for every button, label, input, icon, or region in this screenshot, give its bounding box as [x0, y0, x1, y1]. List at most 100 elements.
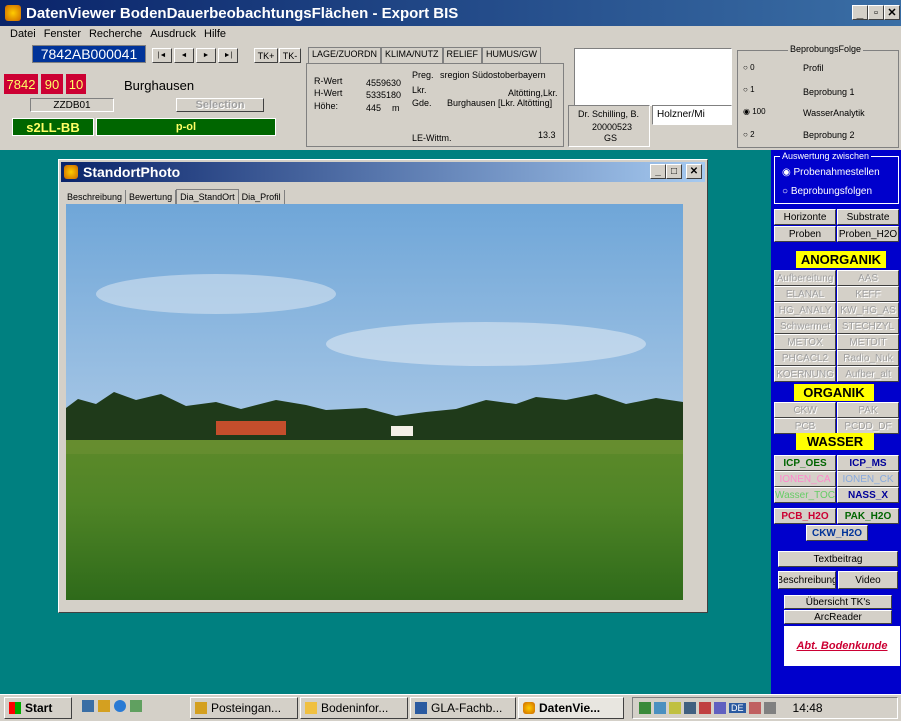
outlook-icon[interactable]: [98, 700, 110, 712]
notes-box[interactable]: [574, 48, 732, 106]
restore-button[interactable]: ▫: [868, 5, 884, 20]
anorganik-hg-analy-button[interactable]: HG_ANALY: [774, 302, 836, 318]
tray-icon-6[interactable]: [714, 702, 726, 714]
icp-ms-button[interactable]: ICP_MS: [837, 455, 899, 471]
menu-hilfe[interactable]: Hilfe: [204, 28, 226, 40]
radio-100[interactable]: ◉ 100: [743, 107, 766, 116]
pcb-h2o-button[interactable]: PCB_H2O: [774, 508, 836, 524]
close-button[interactable]: ✕: [884, 5, 900, 20]
tray-icon-5[interactable]: [699, 702, 711, 714]
nav-next-button[interactable]: ►: [196, 48, 216, 63]
nav-first-button[interactable]: |◄: [152, 48, 172, 63]
tab-humus[interactable]: HUMUS/GW: [482, 47, 542, 63]
anorganik-kw-hg-as-button[interactable]: KW_HG_AS: [837, 302, 899, 318]
volume-icon[interactable]: [763, 702, 776, 714]
photo-maximize-button[interactable]: □: [666, 164, 682, 179]
beschreibung-button[interactable]: Beschreibung: [778, 571, 836, 589]
radio-1[interactable]: ○ 1: [743, 85, 755, 94]
tab-relief[interactable]: RELIEF: [442, 47, 483, 63]
quick-launch: [82, 700, 150, 716]
nav-last-button[interactable]: ►|: [218, 48, 238, 63]
anorganik-elanal-button[interactable]: ELANAL: [774, 286, 836, 302]
beprobung-option-3[interactable]: ○ 2 Beprobung 2: [740, 126, 896, 142]
tk-plus-button[interactable]: TK+: [254, 48, 278, 63]
tray-icon-3[interactable]: [669, 702, 681, 714]
wasser-toc-button[interactable]: Wasser_TOC: [774, 487, 836, 503]
anorganik-phcacl2-button[interactable]: PHCACL2: [774, 350, 836, 366]
uebersicht-tk-button[interactable]: Übersicht TK's: [784, 595, 892, 609]
auswertung-option-0[interactable]: ◉ Probenahmestellen: [782, 167, 880, 178]
tray-icon-4[interactable]: [684, 702, 696, 714]
abt-logo-text: Abt. Bodenkunde: [796, 640, 888, 652]
photo-minimize-button[interactable]: _: [650, 164, 666, 179]
horizonte-button[interactable]: Horizonte: [774, 209, 836, 225]
menu-datei[interactable]: Datei: [10, 28, 36, 40]
start-button[interactable]: Start: [4, 697, 72, 719]
taskbar-item-posteingang[interactable]: Posteingan...: [190, 697, 298, 719]
anorganik-metox-button[interactable]: METOX: [774, 334, 836, 350]
nav-prev-button[interactable]: ◄: [174, 48, 194, 63]
tab-dia-profil[interactable]: Dia_Profil: [239, 190, 285, 204]
tab-klima[interactable]: KLIMA/NUTZ: [381, 47, 443, 63]
code-box-c: 10: [66, 74, 86, 94]
tab-bewertung[interactable]: Bewertung: [126, 190, 177, 204]
organik-pcdd-df-button[interactable]: PCDD_DF: [837, 418, 899, 434]
textbeitrag-button[interactable]: Textbeitrag: [778, 551, 898, 567]
ionen-ca-button[interactable]: IONEN_CA: [774, 471, 836, 487]
organik-pcb-button[interactable]: PCB: [774, 418, 836, 434]
selection-button[interactable]: Selection: [176, 98, 264, 112]
beprobung-option-2[interactable]: ◉ 100 WasserAnalytik: [740, 104, 896, 120]
anorganik-radio-nuk-button[interactable]: Radio_Nuk: [837, 350, 899, 366]
anorganik-stechzyl-button[interactable]: STECHZYL: [837, 318, 899, 334]
photo-close-button[interactable]: ✕: [686, 164, 702, 179]
show-desktop-icon[interactable]: [82, 700, 94, 712]
anorganik-keff-button[interactable]: KEFF: [837, 286, 899, 302]
minimize-button[interactable]: _: [852, 5, 868, 20]
proben-button[interactable]: Proben: [774, 226, 836, 242]
anorganik-metdit-button[interactable]: METDIT: [837, 334, 899, 350]
tray-icon-1[interactable]: [639, 702, 651, 714]
browser-icon[interactable]: [114, 700, 126, 712]
taskbar-item-datenviewer[interactable]: DatenVie...: [518, 697, 624, 719]
ckw-h2o-button[interactable]: CKW_H2O: [806, 525, 868, 541]
taskbar-item-gla[interactable]: GLA-Fachb...: [410, 697, 516, 719]
auswertung-legend: Auswertung zwischen: [780, 151, 872, 161]
anorganik-aufber-alt-button[interactable]: Aufber_alt: [837, 366, 899, 382]
organik-ckw-button[interactable]: CKW: [774, 402, 836, 418]
anorganik-aas-button[interactable]: AAS: [837, 270, 899, 286]
beprobung-option-0[interactable]: ○ 0 Profil: [740, 60, 896, 76]
person-field[interactable]: Holzner/Mi: [652, 105, 732, 125]
proben-h2o-button[interactable]: Proben_H2O: [837, 226, 899, 242]
radio-2[interactable]: ○ 2: [743, 130, 755, 139]
app-title-bar: DatenViewer BodenDauerbeobachtungsFläche…: [0, 0, 901, 26]
organik-pak-button[interactable]: PAK: [837, 402, 899, 418]
person-code: GS: [604, 133, 618, 143]
tray-icon-7[interactable]: [748, 702, 761, 714]
ionen-ck-button[interactable]: IONEN_CK: [837, 471, 899, 487]
hoehe-label: Höhe:: [314, 101, 339, 111]
tray-icon-2[interactable]: [654, 702, 666, 714]
icp-oes-button[interactable]: ICP_OES: [774, 455, 836, 471]
tab-lage[interactable]: LAGE/ZUORDN: [308, 47, 382, 63]
tray-lang[interactable]: DE: [729, 703, 746, 713]
substrate-button[interactable]: Substrate: [837, 209, 899, 225]
tk-minus-button[interactable]: TK-: [279, 48, 301, 63]
auswertung-option-1[interactable]: ○ Beprobungsfolgen: [782, 186, 872, 197]
radio-0[interactable]: ○ 0: [743, 63, 755, 72]
menu-recherche[interactable]: Recherche: [89, 28, 142, 40]
beprobung-option-1[interactable]: ○ 1 Beprobung 1: [740, 82, 896, 98]
anorganik-koernung-button[interactable]: KOERNUNG: [774, 366, 836, 382]
hoehe-value: 445: [366, 103, 382, 113]
taskbar-item-bodeninfo[interactable]: Bodeninfor...: [300, 697, 408, 719]
anorganik-aufbereitung-button[interactable]: Aufbereitung: [774, 270, 836, 286]
menu-ausdruck[interactable]: Ausdruck: [150, 28, 196, 40]
menu-fenster[interactable]: Fenster: [44, 28, 81, 40]
nass-x-button[interactable]: NASS_X: [837, 487, 899, 503]
tab-dia-standort[interactable]: Dia_StandOrt: [176, 189, 239, 204]
pak-h2o-button[interactable]: PAK_H2O: [837, 508, 899, 524]
media-icon[interactable]: [130, 700, 142, 712]
tab-beschreibung[interactable]: Beschreibung: [64, 190, 127, 204]
arcreader-button[interactable]: ArcReader: [784, 610, 892, 624]
anorganik-schwermet-button[interactable]: Schwermet: [774, 318, 836, 334]
video-button[interactable]: Video: [838, 571, 898, 589]
